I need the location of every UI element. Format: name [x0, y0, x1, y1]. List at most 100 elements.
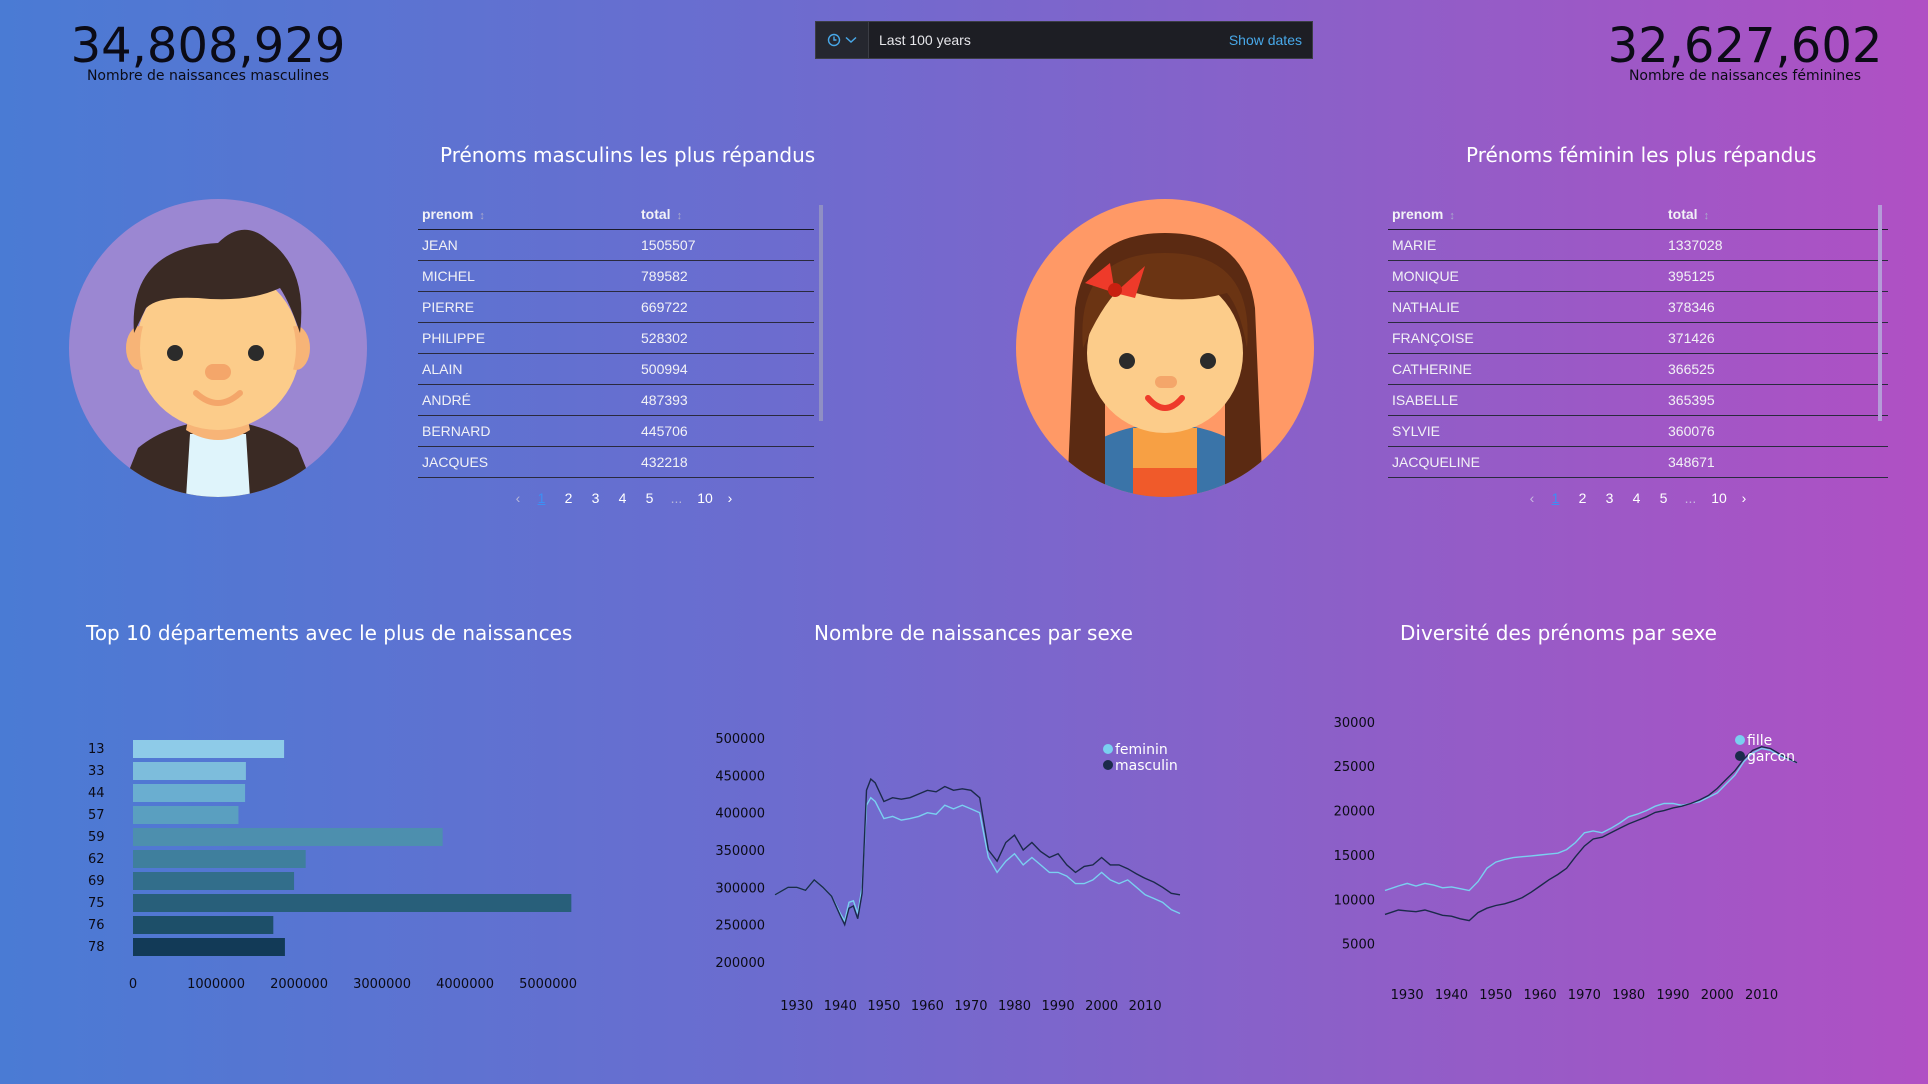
page-link[interactable]: 5 [636, 490, 663, 506]
page-link[interactable]: 1 [1542, 490, 1569, 506]
sort-icon: ↕ [1449, 210, 1455, 222]
x-tick-label: 1980 [998, 999, 1031, 1014]
male-names-table: prenom ↕ total ↕ JEAN 1505507 MICHEL 789582 … [418, 199, 814, 478]
table-cell: MICHEL [422, 268, 475, 284]
bar [133, 740, 285, 758]
departments-chart-title: Top 10 départements avec le plus de nais… [86, 621, 573, 645]
x-tick-label: 1970 [954, 999, 987, 1014]
table-cell: 348671 [1668, 454, 1715, 470]
y-tick-label: 25000 [1334, 760, 1375, 775]
table-header: prenom ↕ total ↕ [418, 199, 814, 230]
table-header: prenom ↕ total ↕ [1388, 199, 1888, 230]
clock-icon [827, 33, 841, 47]
y-tick-label: 500000 [715, 732, 765, 747]
male-table-scrollbar[interactable] [819, 205, 823, 421]
x-tick-label: 1980 [1612, 988, 1645, 1003]
y-tick-label: 15000 [1334, 849, 1375, 864]
next-page-icon[interactable]: › [1734, 490, 1754, 506]
female-births-label: Nombre de naissances féminines [1628, 68, 1862, 84]
table-row: MONIQUE 395125 [1388, 261, 1888, 292]
series-line-masculin [774, 777, 1181, 927]
table-cell: 445706 [641, 423, 688, 439]
female-births-value: 32,627,602 [1607, 18, 1883, 74]
time-range-text[interactable]: Last 100 years [869, 32, 1229, 48]
x-tick-label: 1950 [867, 999, 900, 1014]
column-header-prenom[interactable]: prenom ↕ [418, 206, 641, 222]
table-cell: JACQUELINE [1392, 454, 1480, 470]
table-cell: 528302 [641, 330, 688, 346]
page-link[interactable]: 2 [1569, 490, 1596, 506]
y-tick-label: 76 [88, 918, 105, 933]
y-tick-label: 75 [88, 896, 105, 911]
table-row: ALAIN 500994 [418, 354, 814, 385]
page-link[interactable]: 10 [690, 490, 720, 506]
table-cell: JEAN [422, 237, 458, 253]
page-ellipsis: ... [670, 490, 683, 506]
table-cell: BERNARD [422, 423, 491, 439]
legend-marker [1735, 735, 1745, 745]
table-cell: 371426 [1668, 330, 1715, 346]
table-row: CATHERINE 366525 [1388, 354, 1888, 385]
column-header-total[interactable]: total ↕ [641, 206, 682, 222]
name-diversity-chart-title: Diversité des prénoms par sexe [1400, 621, 1717, 645]
page-link[interactable]: 10 [1704, 490, 1734, 506]
table-cell: SYLVIE [1392, 423, 1440, 439]
table-row: JACQUELINE 348671 [1388, 447, 1888, 478]
y-tick-label: 13 [88, 742, 105, 757]
y-tick-label: 5000 [1342, 938, 1375, 953]
table-row: ANDRÉ 487393 [418, 385, 814, 416]
x-tick-label: 1990 [1042, 999, 1075, 1014]
departments-bar-chart: 13 33 44 57 59 62 69 75 76 78 0 1000000 2000000 30000… [88, 740, 577, 992]
table-cell: 432218 [641, 454, 688, 470]
table-cell: 500994 [641, 361, 688, 377]
page-link[interactable]: 4 [609, 490, 636, 506]
bar [133, 894, 572, 912]
page-link[interactable]: 3 [1596, 490, 1623, 506]
female-table-pagination: ‹ 1 2 3 4 5 ... 10 › [1522, 490, 1754, 506]
y-tick-label: 59 [88, 830, 105, 845]
x-tick-label: 1960 [1524, 988, 1557, 1003]
births-by-sex-line-chart: 200000 250000 300000 350000 400000 450000 5000… [715, 732, 1181, 1014]
table-cell: 669722 [641, 299, 688, 315]
y-tick-label: 450000 [715, 769, 765, 784]
births-by-sex-chart-title: Nombre de naissances par sexe [814, 621, 1133, 645]
prev-page-icon[interactable]: ‹ [1522, 490, 1542, 506]
table-cell: 395125 [1668, 268, 1715, 284]
sort-icon: ↕ [479, 210, 485, 222]
bar [133, 850, 306, 868]
page-link[interactable]: 4 [1623, 490, 1650, 506]
x-tick-label: 1960 [911, 999, 944, 1014]
x-tick-label: 1940 [1435, 988, 1468, 1003]
page-ellipsis: ... [1684, 490, 1697, 506]
page-link[interactable]: 3 [582, 490, 609, 506]
table-cell: 1505507 [641, 237, 696, 253]
series-line-garcon [1384, 745, 1798, 922]
bar [133, 872, 295, 890]
prev-page-icon[interactable]: ‹ [508, 490, 528, 506]
legend-label: feminin [1115, 742, 1168, 758]
column-header-total[interactable]: total ↕ [1668, 206, 1709, 222]
x-tick-label: 1930 [780, 999, 813, 1014]
page-link[interactable]: 5 [1650, 490, 1677, 506]
table-row: FRANÇOISE 371426 [1388, 323, 1888, 354]
bar [133, 762, 246, 780]
x-tick-label: 5000000 [519, 977, 577, 992]
table-cell: 365395 [1668, 392, 1715, 408]
female-table-scrollbar[interactable] [1878, 205, 1882, 421]
quick-select-button[interactable] [816, 22, 869, 58]
table-row: SYLVIE 360076 [1388, 416, 1888, 447]
column-header-prenom[interactable]: prenom ↕ [1388, 206, 1668, 222]
table-cell: 487393 [641, 392, 688, 408]
page-link[interactable]: 1 [528, 490, 555, 506]
show-dates-button[interactable]: Show dates [1229, 32, 1312, 48]
table-cell: 789582 [641, 268, 688, 284]
sort-icon: ↕ [676, 210, 683, 222]
table-row: MARIE 1337028 [1388, 230, 1888, 261]
table-row: NATHALIE 378346 [1388, 292, 1888, 323]
female-names-title: Prénoms féminin les plus répandus [1466, 143, 1817, 167]
table-cell: 378346 [1668, 299, 1715, 315]
next-page-icon[interactable]: › [720, 490, 740, 506]
page-link[interactable]: 2 [555, 490, 582, 506]
male-births-label: Nombre de naissances masculines [86, 68, 330, 84]
y-tick-label: 78 [88, 940, 105, 955]
